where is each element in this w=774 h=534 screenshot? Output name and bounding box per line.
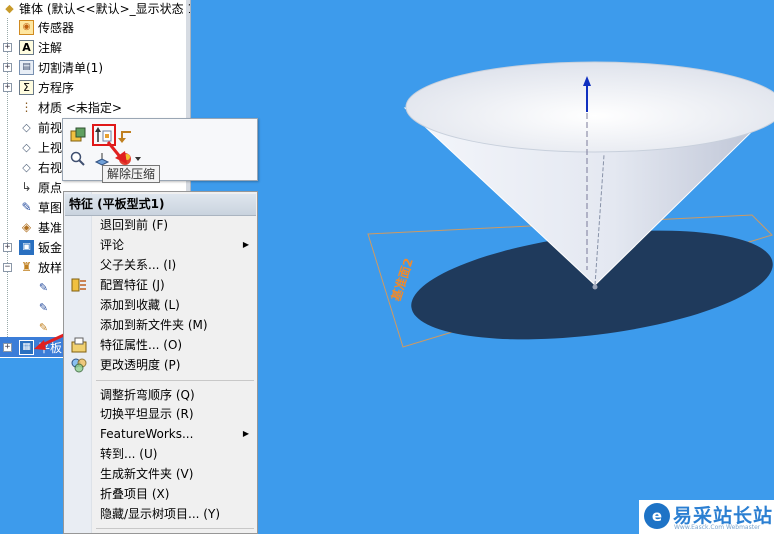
menu-item-change-transparency[interactable]: 更改透明度 (P) — [64, 355, 258, 375]
sensor-icon: ◉ — [19, 19, 34, 35]
menu-item-adjust-bend-order[interactable]: 调整折弯顺序 (Q) — [64, 385, 258, 405]
menu-item-comment[interactable]: 评论 ▶ — [64, 235, 258, 255]
origin-icon: ↳ — [21, 180, 32, 194]
expand-icon[interactable]: + — [3, 42, 12, 52]
sketch-icon: ✎ — [21, 200, 32, 214]
annotation-icon: A — [19, 39, 34, 55]
plane-icon: ◇ — [22, 140, 31, 154]
transparency-icon — [71, 357, 87, 373]
loft-icon: ♜ — [21, 260, 32, 274]
menu-separator — [96, 528, 254, 529]
sketch-icon: ✎ — [38, 280, 49, 294]
submenu-arrow-icon: ▶ — [242, 429, 249, 438]
collapse-icon[interactable]: − — [3, 262, 12, 272]
tree-item-sensor[interactable]: ◉ 传感器 — [0, 17, 190, 37]
tree-root[interactable]: ◆ 锥体 (默认<<默认>_显示状态 1 — [0, 0, 190, 18]
cone-tip-point — [592, 284, 598, 290]
menu-item-add-new-folder[interactable]: 添加到新文件夹 (M) — [64, 315, 258, 335]
expand-icon[interactable]: + — [3, 242, 12, 252]
base-flange-icon: ◈ — [21, 220, 32, 234]
cut-list-icon: ▤ — [19, 59, 34, 75]
equation-icon: Σ — [19, 79, 34, 95]
expand-icon[interactable]: + — [3, 342, 12, 352]
tree-item-cut-list[interactable]: + ▤ 切割清单(1) — [0, 57, 190, 77]
menu-item-add-favorite[interactable]: 添加到收藏 (L) — [64, 295, 258, 315]
plane-icon: ◇ — [22, 120, 31, 134]
graphics-viewport[interactable]: 基准面2 — [191, 0, 774, 534]
menu-item-toggle-flat-display[interactable]: 切换平坦显示 (R) — [64, 404, 258, 424]
cone-rim — [405, 61, 774, 153]
menu-item-goto[interactable]: 转到... (U) — [64, 444, 258, 464]
menu-item-hide-show-tree-items[interactable]: 隐藏/显示树项目... (Y) — [64, 504, 258, 524]
expand-icon[interactable]: + — [3, 82, 12, 92]
zoom-to-selection-button[interactable] — [68, 149, 88, 169]
configure-feature-icon — [71, 277, 87, 293]
context-menu: 特征 (平板型式1) 退回到前 (F) 评论 ▶ 父子关系... (I) 配置特… — [63, 191, 258, 534]
watermark: e 易采站长站 Www.Easck.Com Webmaster — [639, 500, 774, 534]
menu-item-collapse-items[interactable]: 折叠项目 (X) — [64, 484, 258, 504]
unsuppress-tooltip: 解除压缩 — [102, 165, 161, 183]
menu-item-rollback[interactable]: 退回到前 (F) — [64, 215, 258, 235]
tree-item-material[interactable]: ⋮ 材质 <未指定> — [0, 97, 190, 117]
plane-icon: ◇ — [22, 160, 31, 174]
menu-item-feature-properties[interactable]: 特征属性... (O) — [64, 335, 258, 355]
watermark-logo-icon: e — [644, 503, 670, 529]
menu-header: 特征 (平板型式1) — [65, 194, 256, 216]
material-icon: ⋮ — [20, 100, 33, 114]
menu-item-configure-feature[interactable]: 配置特征 (J) — [64, 275, 258, 295]
feature-properties-icon — [71, 337, 87, 353]
edit-feature-button[interactable] — [68, 125, 88, 145]
menu-item-parent-child[interactable]: 父子关系... (I) — [64, 255, 258, 275]
part-icon: ◆ — [5, 1, 14, 15]
tree-item-equation[interactable]: + Σ 方程序 — [0, 77, 190, 97]
cone-model-view — [367, 61, 774, 348]
menu-separator — [96, 380, 254, 381]
expand-icon[interactable]: + — [3, 62, 12, 72]
tree-item-annotation[interactable]: + A 注解 — [0, 37, 190, 57]
menu-item-create-new-folder[interactable]: 生成新文件夹 (V) — [64, 464, 258, 484]
sketch-icon: ✎ — [38, 300, 49, 314]
sheet-metal-icon: ▣ — [19, 239, 34, 255]
submenu-arrow-icon: ▶ — [242, 240, 249, 249]
menu-item-featureworks[interactable]: FeatureWorks... ▶ — [64, 424, 258, 444]
